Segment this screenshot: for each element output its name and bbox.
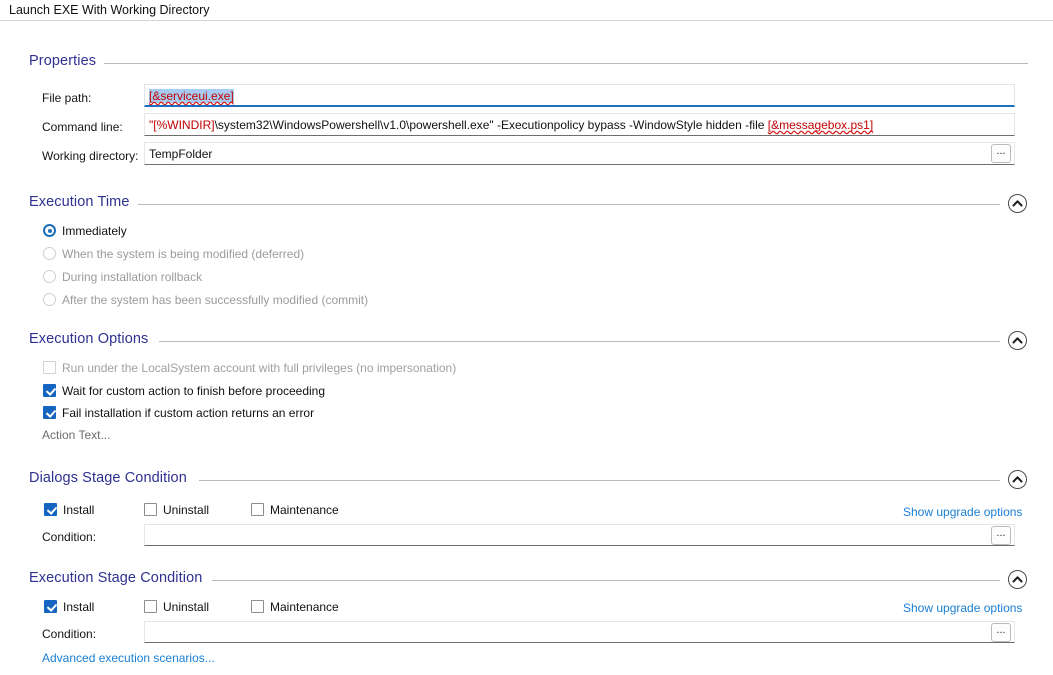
checkbox-execution-install[interactable]: Install [44,600,94,614]
link-execution-show-upgrade-options[interactable]: Show upgrade options [903,601,1022,615]
window-titlebar: Launch EXE With Working Directory [0,0,1053,21]
file-path-value: [&serviceui.exe] [149,89,234,103]
checkbox-fail-on-error[interactable]: Fail installation if custom action retur… [43,406,314,420]
command-line-value-token: [&messagebox.ps1] [767,118,874,132]
radio-label-commit: After the system has been successfully m… [62,293,369,307]
radio-mark-deferred [43,247,56,260]
execution-condition-label: Condition: [42,627,97,641]
checkbox-execution-maintenance[interactable]: Maintenance [251,600,339,614]
checkbox-dialogs-install[interactable]: Install [44,503,94,517]
radio-commit[interactable]: After the system has been successfully m… [43,293,368,307]
chevron-up-icon [1012,576,1023,583]
file-path-input[interactable]: [&serviceui.exe] [144,84,1015,107]
link-advanced-execution-scenarios[interactable]: Advanced execution scenarios... [42,651,215,665]
collapse-button-dialogs-stage-condition[interactable] [1008,470,1027,489]
checkbox-run-as-localsystem[interactable]: Run under the LocalSystem account with f… [43,361,456,375]
checkbox-label-run-as-localsystem: Run under the LocalSystem account with f… [62,361,457,375]
link-dialogs-show-upgrade-options[interactable]: Show upgrade options [903,505,1022,519]
radio-label-deferred: When the system is being modified (defer… [62,247,305,261]
working-directory-value: TempFolder [149,147,213,161]
radio-label-rollback: During installation rollback [62,270,203,284]
collapse-button-execution-options[interactable] [1008,331,1027,350]
dialogs-condition-label: Condition: [42,530,97,544]
execution-condition-browse-button[interactable]: ... [991,623,1011,642]
section-rule-execution-options [159,341,1000,342]
checkbox-label-execution-uninstall: Uninstall [163,600,210,614]
command-line-value-prefix: "[%WINDIR] [149,118,215,132]
working-directory-input[interactable]: TempFolder [144,142,1015,165]
chevron-up-icon [1012,200,1023,207]
checkbox-mark-fail-on-error [43,406,56,419]
checkbox-label-fail-on-error: Fail installation if custom action retur… [62,406,315,420]
section-rule-execution-time [138,204,1000,205]
chevron-up-icon [1012,337,1023,344]
action-text-label: Action Text... [42,428,111,442]
section-rule-properties [104,63,1028,64]
checkbox-mark-run-as-localsystem [43,361,56,374]
dialogs-condition-browse-button[interactable]: ... [991,526,1011,545]
working-directory-label: Working directory: [42,149,139,163]
checkbox-label-dialogs-install: Install [63,503,95,517]
section-rule-execution-stage-condition [212,580,1000,581]
radio-deferred[interactable]: When the system is being modified (defer… [43,247,304,261]
section-rule-dialogs-stage-condition [199,480,1000,481]
checkbox-wait-for-finish[interactable]: Wait for custom action to finish before … [43,384,325,398]
checkbox-label-dialogs-maintenance: Maintenance [270,503,339,517]
radio-mark-rollback [43,270,56,283]
collapse-button-execution-stage-condition[interactable] [1008,570,1027,589]
checkbox-mark-execution-install [44,600,57,613]
checkbox-dialogs-uninstall[interactable]: Uninstall [144,503,209,517]
section-title-dialogs-stage-condition: Dialogs Stage Condition [29,470,187,486]
command-line-input[interactable]: "[%WINDIR]\system32\WindowsPowershell\v1… [144,113,1015,136]
file-path-label: File path: [42,91,92,105]
checkbox-label-execution-maintenance: Maintenance [270,600,339,614]
execution-condition-input[interactable] [144,621,1015,643]
working-directory-browse-button[interactable]: ... [991,144,1011,163]
checkbox-mark-wait-for-finish [43,384,56,397]
radio-label-immediately: Immediately [62,224,127,238]
checkbox-mark-dialogs-uninstall [144,503,157,516]
checkbox-execution-uninstall[interactable]: Uninstall [144,600,209,614]
collapse-button-execution-time[interactable] [1008,194,1027,213]
checkbox-label-wait-for-finish: Wait for custom action to finish before … [62,384,326,398]
checkbox-mark-execution-maintenance [251,600,264,613]
section-title-execution-time: Execution Time [29,194,130,210]
chevron-up-icon [1012,476,1023,483]
checkbox-mark-execution-uninstall [144,600,157,613]
radio-mark-immediately [43,224,56,237]
page-body: Properties File path: [&serviceui.exe] C… [0,21,1053,675]
checkbox-mark-dialogs-maintenance [251,503,264,516]
checkbox-label-execution-install: Install [63,600,95,614]
radio-rollback[interactable]: During installation rollback [43,270,202,284]
section-title-execution-options: Execution Options [29,331,149,347]
radio-immediately[interactable]: Immediately [43,224,127,238]
checkbox-label-dialogs-uninstall: Uninstall [163,503,210,517]
dialogs-condition-input[interactable] [144,524,1015,546]
section-title-properties: Properties [29,53,97,69]
section-title-execution-stage-condition: Execution Stage Condition [29,570,203,586]
checkbox-dialogs-maintenance[interactable]: Maintenance [251,503,339,517]
window-title: Launch EXE With Working Directory [9,3,210,17]
command-line-value-mid: \system32\WindowsPowershell\v1.0\powersh… [214,118,768,132]
radio-mark-commit [43,293,56,306]
checkbox-mark-dialogs-install [44,503,57,516]
command-line-label: Command line: [42,120,123,134]
